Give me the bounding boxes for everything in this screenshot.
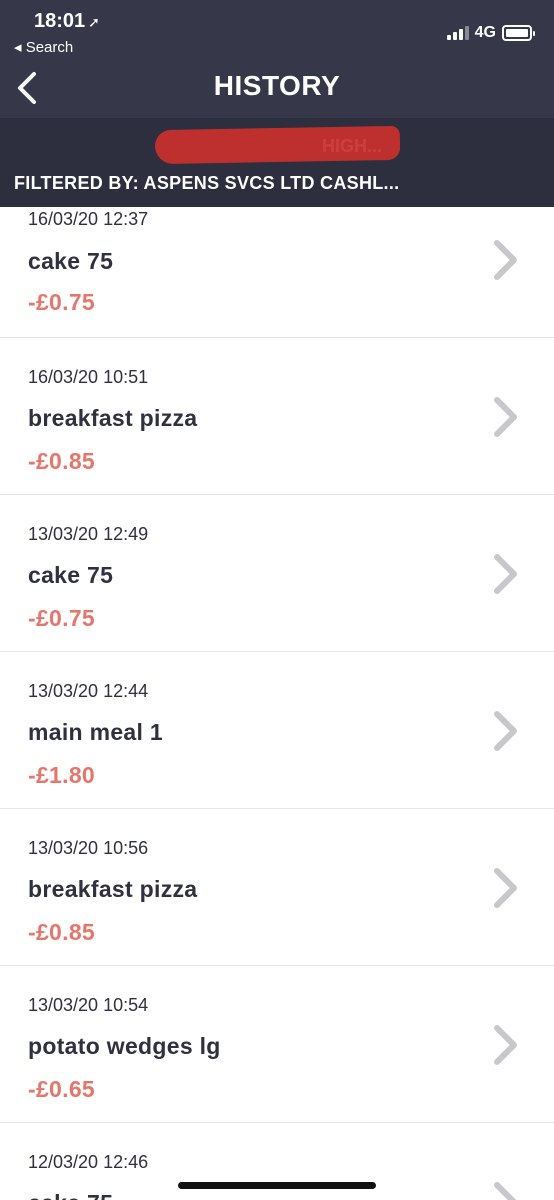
chevron-right-icon (494, 1182, 517, 1200)
transaction-date: 12/03/20 12:46 (28, 1152, 149, 1172)
transaction-amount: -£0.75 (28, 605, 96, 631)
chevron-right-icon (494, 868, 517, 908)
back-to-search-link[interactable]: ◂ Search (14, 38, 73, 56)
transaction-item: breakfast pizza (28, 876, 198, 902)
filter-label: FILTERED BY: ASPENS SVCS LTD CASHL... (14, 173, 400, 193)
status-time: 18:01 ➚ (34, 10, 100, 32)
battery-icon (502, 25, 535, 41)
chevron-right-icon (494, 1025, 517, 1065)
transaction-list: 16/03/20 12:37 cake 75 -£0.75 16/03/20 1… (0, 207, 554, 1200)
transaction-date: 13/03/20 12:44 (28, 681, 149, 701)
transaction-amount: -£0.75 (28, 289, 96, 315)
transaction-row[interactable]: 16/03/20 12:37 cake 75 -£0.75 (0, 207, 554, 338)
status-indicators: 4G (446, 24, 535, 42)
transaction-item: breakfast pizza (28, 405, 198, 431)
transaction-row[interactable]: 13/03/20 10:54 potato wedges lg -£0.65 (0, 966, 554, 1123)
transaction-row[interactable]: 13/03/20 10:56 breakfast pizza -£0.85 (0, 809, 554, 966)
transaction-date: 13/03/20 10:54 (28, 995, 149, 1015)
redaction-mark (154, 125, 401, 165)
location-arrow-icon: ➚ (88, 14, 100, 30)
transaction-item: cake 75 (28, 248, 114, 274)
transaction-row[interactable]: 13/03/20 12:49 cake 75 -£0.75 (0, 495, 554, 652)
transaction-item: cake 75 (28, 1190, 113, 1200)
transaction-item: potato wedges lg (28, 1033, 221, 1059)
transaction-amount: -£0.85 (28, 919, 96, 945)
chevron-right-icon (494, 240, 517, 280)
transaction-date: 13/03/20 12:49 (28, 524, 149, 544)
transaction-date: 16/03/20 12:37 (28, 209, 149, 229)
chevron-right-icon (494, 397, 517, 437)
transaction-date: 16/03/20 10:51 (28, 367, 149, 387)
chevron-right-icon (494, 554, 517, 594)
transaction-date: 13/03/20 10:56 (28, 838, 149, 858)
transaction-item: cake 75 (28, 562, 114, 588)
page-title: HISTORY (213, 70, 341, 101)
transaction-amount: -£1.80 (28, 762, 96, 788)
chevron-right-icon (494, 711, 517, 751)
transaction-amount: -£0.85 (28, 448, 96, 474)
transaction-row[interactable]: 13/03/20 12:44 main meal 1 -£1.80 (0, 652, 554, 809)
transaction-row[interactable]: 16/03/20 10:51 breakfast pizza -£0.85 (0, 338, 554, 495)
transaction-amount: -£0.65 (28, 1076, 96, 1102)
app-header: 18:01➚ ◂ Search 4G HISTORY HIGH... FILTE… (0, 0, 554, 207)
network-type: 4G (474, 24, 496, 41)
home-indicator[interactable] (178, 1182, 376, 1189)
signal-icon (446, 26, 469, 40)
transaction-item: main meal 1 (28, 719, 163, 745)
